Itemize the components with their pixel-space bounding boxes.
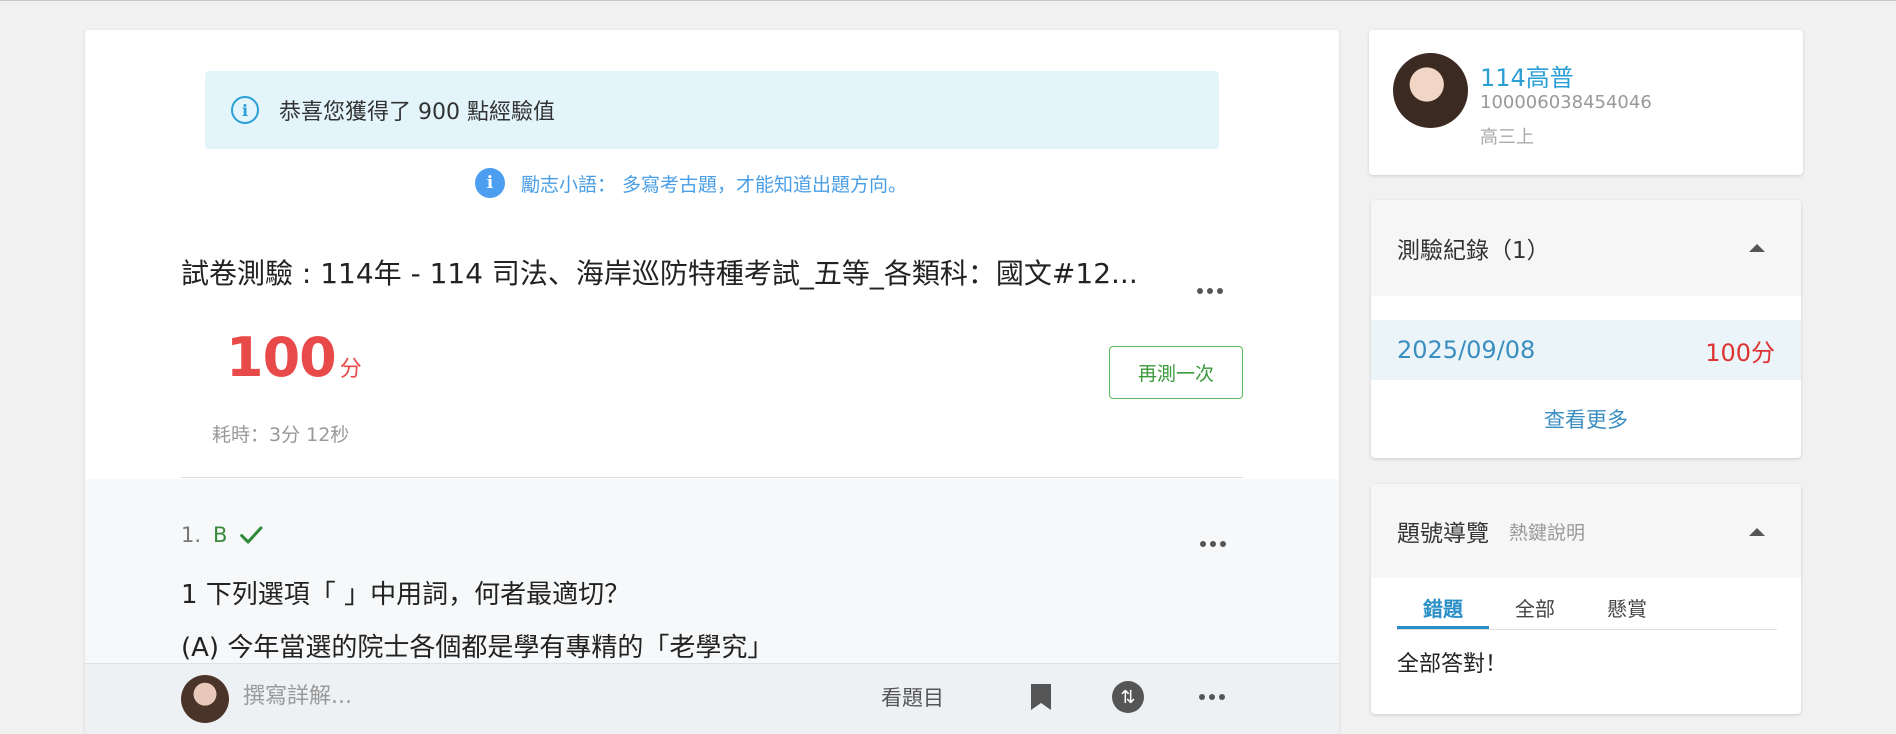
test-record-card: 測驗紀錄（1） 2025/09/08 100分 查看更多 [1371,200,1801,458]
avatar [181,675,229,723]
question-more-icon[interactable] [1200,541,1226,547]
question-answer: B [213,523,228,547]
navigator-title: 題號導覽 [1397,521,1489,547]
avatar[interactable] [1393,53,1468,128]
retry-button[interactable]: 再測一次 [1109,346,1243,399]
info-icon: i [475,168,505,198]
view-question-button[interactable]: 看題目 [881,682,944,712]
alert-text: 恭喜您獲得了 900 點經驗值 [279,100,555,125]
navigator-header[interactable]: 題號導覽 熱鍵說明 [1371,484,1801,578]
record-row[interactable]: 2025/09/08 100分 [1371,320,1801,380]
hotkey-help-link[interactable]: 熱鍵說明 [1509,518,1585,545]
divider [181,477,1243,478]
score: 100 分 [226,326,362,389]
user-name[interactable]: 114高普 [1480,58,1574,93]
question-navigator-card: 題號導覽 熱鍵說明 錯題 全部 懸賞 全部答對！ [1371,484,1801,714]
option-a: (A) 今年當選的院士各個都是學有專精的「老學究」 [181,633,774,663]
comment-bar: 看題目 ⇅ [85,663,1339,734]
motto-text: 勵志小語： 多寫考古題，才能知道出題方向。 [521,173,908,196]
user-grade: 高三上 [1480,127,1534,148]
exam-title: 試卷測驗 : 114年 - 114 司法、海岸巡防特種考試_五等_各類科：國文#… [181,257,1138,290]
check-icon [240,526,263,544]
score-value: 100 [226,326,337,389]
record-score: 100分 [1705,338,1775,367]
record-title: 測驗紀錄（1） [1397,238,1550,264]
record-header[interactable]: 測驗紀錄（1） [1371,200,1801,296]
info-icon: i [231,96,259,124]
write-explanation-input[interactable] [243,678,843,714]
navigator-empty-text: 全部答對！ [1397,652,1508,677]
navigator-tabs: 錯題 全部 懸賞 [1397,592,1777,630]
view-more-link[interactable]: 查看更多 [1371,404,1801,434]
question-header: 1. B [181,521,265,549]
user-profile-card: 114高普 100006038454046 高三上 [1369,30,1803,175]
motivation-tip: i 勵志小語： 多寫考古題，才能知道出題方向。 [475,168,907,198]
tab-all[interactable]: 全部 [1489,592,1581,629]
record-date: 2025/09/08 [1397,336,1536,364]
user-id: 100006038454046 [1480,92,1652,113]
collapse-icon[interactable] [1749,528,1765,536]
exam-result-card: i 恭喜您獲得了 900 點經驗值 i 勵志小語： 多寫考古題，才能知道出題方向… [85,30,1339,734]
collapse-icon[interactable] [1749,244,1765,252]
title-more-icon[interactable] [1197,288,1223,294]
question-number: 1. [181,523,202,547]
time-used: 耗時：3分 12秒 [212,424,350,446]
experience-alert: i 恭喜您獲得了 900 點經驗值 [205,71,1219,149]
bookmark-icon[interactable] [1029,682,1053,712]
score-unit: 分 [339,357,362,382]
more-icon[interactable] [1199,694,1225,700]
question-text: 1 下列選項「 」中用詞，何者最適切？ [181,580,631,610]
tab-wrong[interactable]: 錯題 [1397,592,1489,629]
top-border [0,0,1896,1]
tab-bounty[interactable]: 懸賞 [1581,592,1673,629]
share-icon[interactable]: ⇅ [1112,681,1144,713]
